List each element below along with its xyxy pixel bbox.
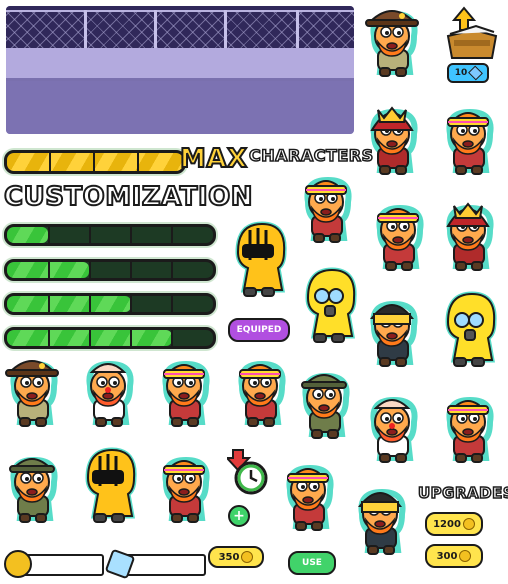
character-racer[interactable] — [78, 447, 140, 526]
coin-icon — [462, 518, 475, 530]
character-band[interactable] — [230, 352, 292, 430]
character-band[interactable] — [368, 196, 430, 274]
clock-icon — [224, 448, 273, 496]
customization-progress-bar — [4, 293, 216, 315]
character-band[interactable] — [296, 168, 358, 246]
item-price-350[interactable]: 350 — [208, 546, 264, 568]
character-army[interactable] — [294, 364, 356, 442]
treasure-chest-icon[interactable] — [440, 6, 500, 61]
coin-icon — [459, 550, 472, 562]
character-samurai[interactable] — [362, 100, 424, 178]
customization-progress-bar — [4, 327, 216, 349]
background-scene — [6, 6, 354, 134]
character-band[interactable] — [278, 456, 340, 534]
max-label: MAX — [179, 143, 248, 175]
character-sheriff[interactable] — [2, 352, 64, 430]
upgrade-price-300[interactable]: 300 — [425, 544, 483, 568]
gem-counter — [104, 548, 206, 580]
max-progress-bar — [4, 150, 186, 174]
character-clown[interactable] — [362, 388, 424, 466]
character-band[interactable] — [154, 448, 216, 526]
character-army[interactable] — [2, 448, 64, 526]
customization-progress-bar — [4, 259, 216, 281]
character-racer[interactable] — [228, 221, 290, 300]
equiped-badge: EQUIPED — [228, 318, 290, 342]
gem-price-chip[interactable]: 10 — [447, 63, 489, 83]
character-sheriff[interactable] — [362, 2, 424, 80]
character-samurai[interactable] — [438, 196, 500, 274]
customization-heading: CUSTOMIZATION — [3, 181, 254, 213]
coin-icon — [4, 550, 32, 578]
character-hazmat[interactable] — [438, 291, 500, 370]
character-clown[interactable] — [78, 352, 140, 430]
gem-icon — [468, 65, 484, 81]
characters-heading: CHARACTERS — [248, 145, 374, 166]
character-swat[interactable] — [350, 480, 412, 558]
coin-icon — [241, 551, 254, 563]
upgrade-price-1200[interactable]: 1200 — [425, 512, 483, 536]
use-button[interactable]: USE — [288, 551, 336, 575]
customization-progress-bar — [4, 224, 216, 246]
coin-counter — [4, 550, 104, 578]
character-hazmat[interactable] — [298, 267, 360, 346]
character-swat[interactable] — [362, 292, 424, 370]
plus-icon[interactable]: + — [228, 505, 250, 527]
character-band[interactable] — [438, 388, 500, 466]
character-band[interactable] — [154, 352, 216, 430]
character-band[interactable] — [438, 100, 500, 178]
upgrades-heading: UPGRADES — [417, 483, 508, 503]
